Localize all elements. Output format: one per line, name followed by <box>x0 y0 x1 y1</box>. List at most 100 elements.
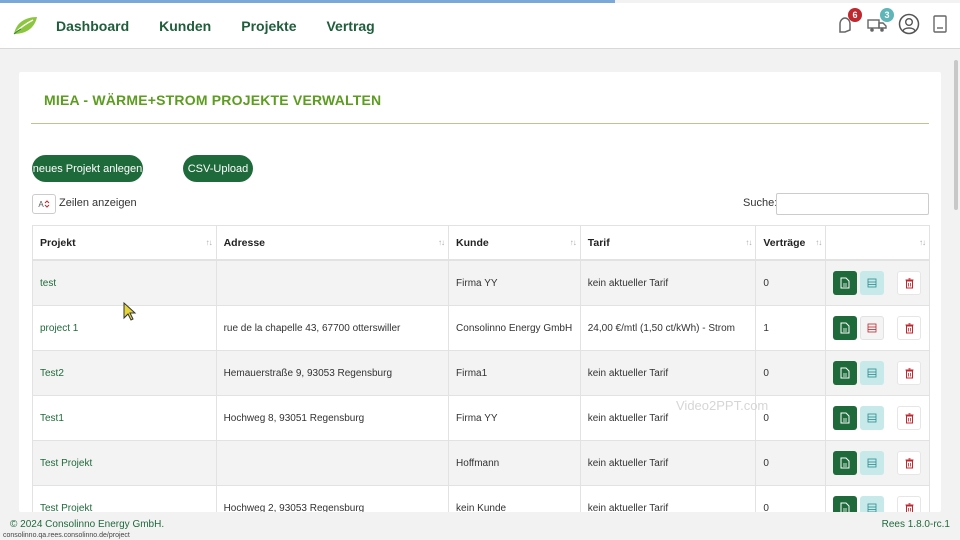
list-icon <box>867 503 877 512</box>
open-document-button[interactable] <box>833 406 858 430</box>
cell-vertraege: 0 <box>756 351 827 395</box>
cell-text: kein aktueller Tarif <box>587 457 669 469</box>
nav-projekte[interactable]: Projekte <box>241 18 296 34</box>
document-icon <box>840 502 850 512</box>
cell-projekt[interactable]: Test1 <box>33 396 217 440</box>
new-project-button[interactable]: neues Projekt anlegen <box>32 155 143 182</box>
list-view-button[interactable] <box>860 406 885 430</box>
nav-dashboard[interactable]: Dashboard <box>56 18 129 34</box>
table-row: test Firma YY kein aktueller Tarif 0 <box>33 261 929 306</box>
cell-tarif: 24,00 €/mtl (1,50 ct/kWh) - Strom <box>581 306 757 350</box>
project-link[interactable]: Test2 <box>40 368 64 379</box>
column-header-adresse[interactable]: Adresse ↑↓ <box>217 226 450 259</box>
project-link[interactable]: Test Projekt <box>40 503 92 513</box>
delete-button[interactable] <box>897 496 922 512</box>
user-circle-icon <box>898 13 920 35</box>
leaf-logo-icon[interactable] <box>11 15 39 37</box>
open-document-button[interactable] <box>833 361 858 385</box>
delete-button[interactable] <box>897 361 922 385</box>
row-actions <box>826 306 929 350</box>
trash-icon <box>905 277 914 288</box>
cell-text: Consolinno Energy GmbH <box>456 322 573 334</box>
nav-icons: 6 3 <box>834 8 952 37</box>
list-view-button[interactable] <box>860 496 885 512</box>
page-title: MIEA - WÄRME+STROM PROJEKTE VERWALTEN <box>44 92 382 108</box>
list-view-button[interactable] <box>860 361 885 385</box>
delete-button[interactable] <box>897 271 922 295</box>
project-link[interactable]: Test1 <box>40 413 64 424</box>
cell-kunde: Hoffmann <box>449 441 581 485</box>
cell-text: 24,00 €/mtl (1,50 ct/kWh) - Strom <box>587 322 736 334</box>
column-header-tarif[interactable]: Tarif ↑↓ <box>581 226 757 259</box>
cell-text: rue de la chapelle 43, 67700 otterswille… <box>223 322 401 334</box>
row-actions <box>826 351 929 395</box>
projects-table: Projekt ↑↓ Adresse ↑↓ Kunde ↑↓ Tarif ↑↓ Vert… <box>32 225 930 512</box>
list-view-button[interactable] <box>860 451 885 475</box>
open-document-button[interactable] <box>833 496 858 512</box>
user-profile-button[interactable] <box>898 11 920 37</box>
cell-kunde: Firma YY <box>449 396 581 440</box>
list-icon <box>867 368 877 378</box>
column-header-projekt[interactable]: Projekt ↑↓ <box>33 226 217 259</box>
cell-adresse: rue de la chapelle 43, 67700 otterswille… <box>217 306 450 350</box>
title-divider <box>31 123 929 124</box>
delete-button[interactable] <box>897 316 922 340</box>
cell-adresse: Hochweg 2, 93053 Regensburg <box>217 486 450 512</box>
logout-button[interactable] <box>930 11 952 37</box>
document-icon <box>840 277 850 289</box>
page-scrollbar[interactable] <box>954 60 958 210</box>
column-header-vertraege[interactable]: Verträge ↑↓ <box>756 226 827 259</box>
column-header-kunde[interactable]: Kunde ↑↓ <box>449 226 581 259</box>
csv-upload-button[interactable]: CSV-Upload <box>183 155 253 182</box>
cell-text: Firma YY <box>456 277 498 289</box>
delete-button[interactable] <box>897 406 922 430</box>
cell-text: kein Kunde <box>456 502 507 513</box>
table-row: Test2 Hemauerstraße 9, 93053 Regensburg Fi… <box>33 351 929 396</box>
row-actions <box>826 261 929 305</box>
trash-icon <box>905 367 914 378</box>
list-icon <box>867 323 877 333</box>
top-navbar: Dashboard Kunden Projekte Vertrag 6 3 <box>0 3 960 49</box>
list-view-button[interactable] <box>860 316 885 340</box>
cell-text: 0 <box>763 457 769 469</box>
column-header-label: Verträge <box>763 236 806 249</box>
search-input[interactable] <box>776 193 929 215</box>
cell-adresse: Hemauerstraße 9, 93053 Regensburg <box>217 351 450 395</box>
rows-per-page-select[interactable]: A <box>32 194 56 214</box>
cell-tarif: kein aktueller Tarif <box>581 441 757 485</box>
cell-adresse <box>217 441 450 485</box>
cell-kunde: Consolinno Energy GmbH <box>449 306 581 350</box>
cell-kunde: Firma YY <box>449 261 581 305</box>
nav-vertrag[interactable]: Vertrag <box>326 18 374 34</box>
project-link[interactable]: project 1 <box>40 323 78 334</box>
cell-projekt[interactable]: Test Projekt <box>33 441 217 485</box>
project-link[interactable]: Test Projekt <box>40 458 92 469</box>
list-icon <box>867 458 877 468</box>
open-document-button[interactable] <box>833 451 858 475</box>
table-body: test Firma YY kein aktueller Tarif 0 project… <box>33 261 929 512</box>
document-icon <box>840 412 850 424</box>
delete-button[interactable] <box>897 451 922 475</box>
table-row: Test Projekt Hoffmann kein aktueller Tarif… <box>33 441 929 486</box>
column-header-actions[interactable]: ↑↓ <box>826 226 929 259</box>
tasks-button[interactable]: 3 <box>866 8 894 37</box>
cell-projekt[interactable]: Test Projekt <box>33 486 217 512</box>
sort-icon: ↑↓ <box>919 238 926 247</box>
trash-icon <box>905 502 914 512</box>
cell-vertraege: 0 <box>756 441 827 485</box>
cell-text: kein aktueller Tarif <box>587 277 669 289</box>
open-document-button[interactable] <box>833 316 858 340</box>
trash-icon <box>905 457 914 468</box>
cell-projekt[interactable]: Test2 <box>33 351 217 395</box>
notifications-button[interactable]: 6 <box>834 8 862 37</box>
cell-vertraege: 0 <box>756 486 827 512</box>
cell-tarif: kein aktueller Tarif <box>581 351 757 395</box>
list-view-button[interactable] <box>860 271 885 295</box>
table-row: Test Projekt Hochweg 2, 93053 Regensburg k… <box>33 486 929 512</box>
open-document-button[interactable] <box>833 271 858 295</box>
document-icon <box>840 322 850 334</box>
nav-kunden[interactable]: Kunden <box>159 18 211 34</box>
cell-projekt[interactable]: test <box>33 261 217 305</box>
cell-kunde: kein Kunde <box>449 486 581 512</box>
project-link[interactable]: test <box>40 278 56 289</box>
